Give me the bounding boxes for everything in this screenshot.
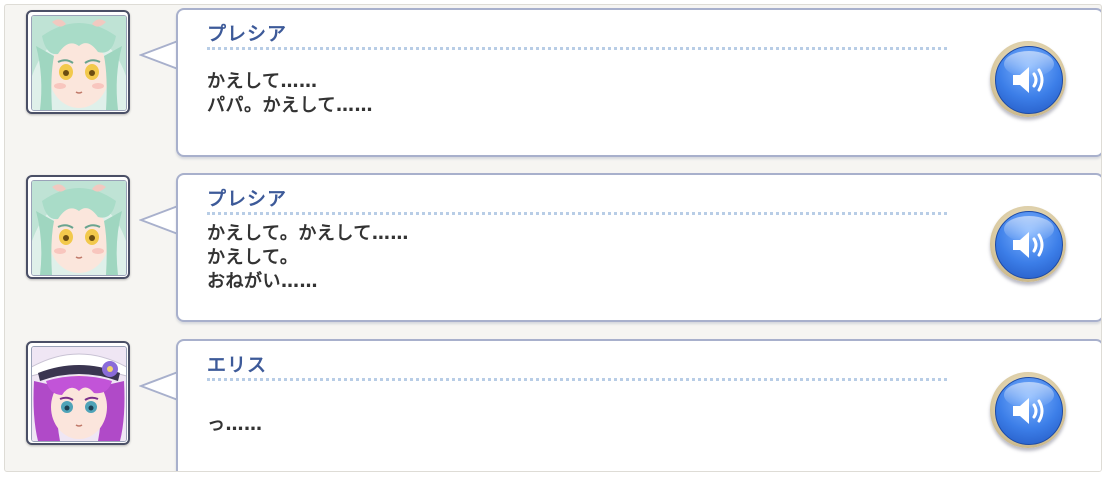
speaker-name: プレシア (207, 188, 288, 210)
log-entry: プレシア かえして…… パパ。かえして…… (5, 7, 1101, 157)
bubble-tail (139, 371, 181, 401)
name-divider (207, 47, 947, 50)
name-divider (207, 212, 947, 215)
speaker-volume-icon (1013, 398, 1044, 424)
bubble-tail (139, 205, 181, 235)
dialogue-line: っ…… (207, 414, 263, 435)
log-entry: プレシア かえして。かえして…… かえして。 おねがい…… (5, 172, 1101, 322)
dialogue-line: おねがい…… (207, 271, 318, 292)
story-log-panel[interactable]: プレシア かえして…… パパ。かえして…… プレシア かえして。かえして…… か… (4, 4, 1102, 472)
dialogue-line: かえして…… (207, 71, 318, 92)
speaker-name: エリス (207, 354, 268, 376)
name-divider (207, 378, 947, 381)
dialogue-bubble: エリス っ…… (176, 339, 1101, 471)
dialogue-bubble: プレシア かえして…… パパ。かえして…… (176, 8, 1101, 157)
speaker-volume-icon (1013, 67, 1044, 93)
dialogue-line: パパ。かえして…… (207, 95, 373, 116)
bubble-tail (139, 40, 181, 70)
plesia-avatar-image (32, 181, 126, 275)
voice-replay-button[interactable] (990, 41, 1066, 117)
voice-replay-button[interactable] (990, 372, 1066, 448)
speaker-volume-icon (1013, 232, 1044, 258)
voice-replay-button[interactable] (990, 206, 1066, 282)
log-entry: エリス っ…… (5, 338, 1101, 471)
character-portrait-elis (26, 341, 130, 445)
dialogue-text: っ…… (207, 413, 263, 437)
dialogue-line: かえして。かえして…… (207, 223, 409, 244)
speaker-name: プレシア (207, 23, 288, 45)
dialogue-text: かえして。かえして…… かえして。 おねがい…… (207, 222, 409, 294)
elis-avatar-image (32, 347, 126, 441)
dialogue-line: かえして。 (207, 247, 299, 268)
character-portrait-plesia (26, 175, 130, 279)
dialogue-text: かえして…… パパ。かえして…… (207, 70, 373, 118)
dialogue-bubble: プレシア かえして。かえして…… かえして。 おねがい…… (176, 173, 1101, 322)
plesia-avatar-image (32, 16, 126, 110)
character-portrait-plesia (26, 10, 130, 114)
